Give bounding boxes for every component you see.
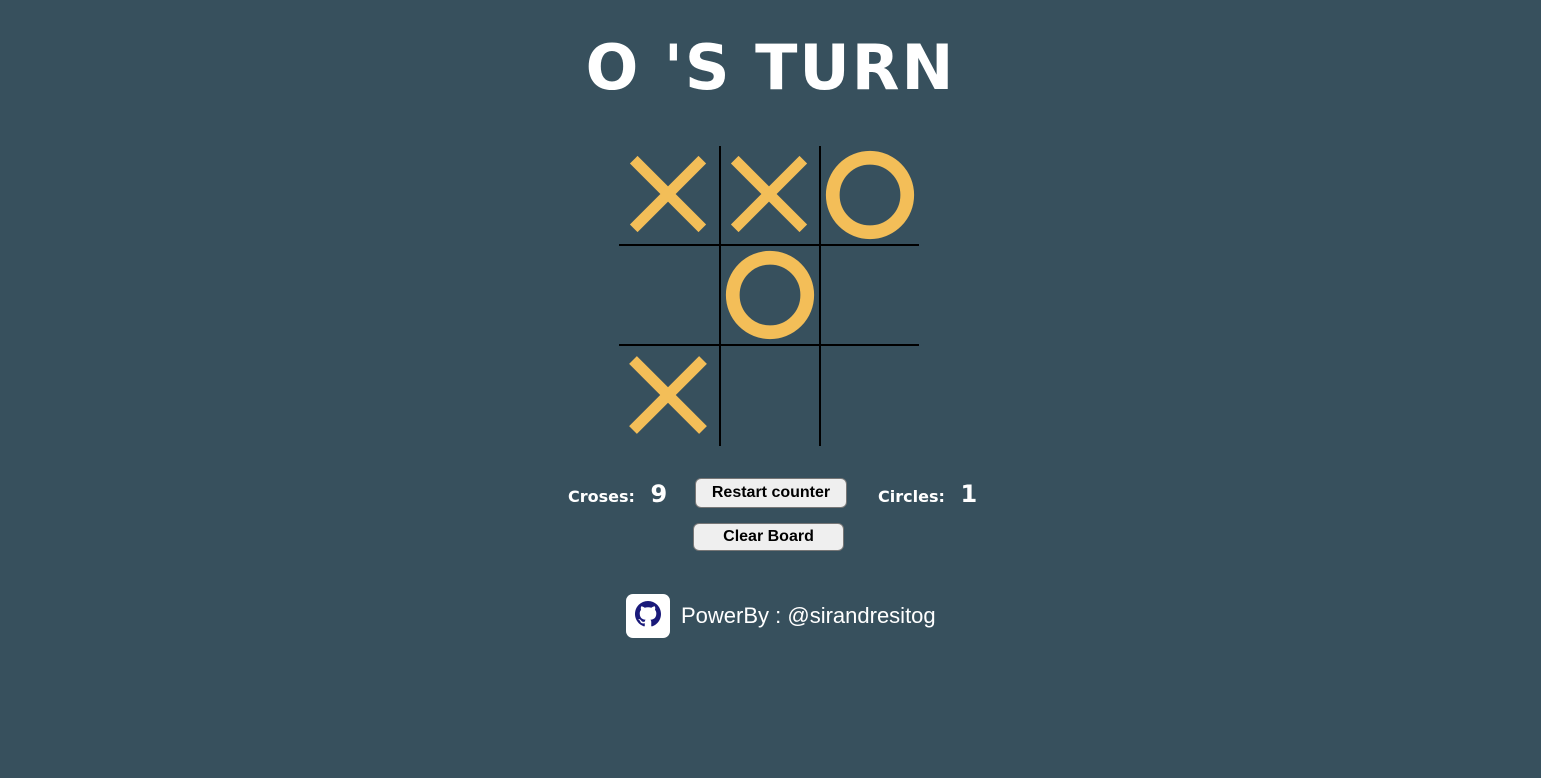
circle-mark bbox=[725, 250, 815, 340]
clear-board-button[interactable]: Clear Board bbox=[693, 523, 844, 551]
cross-mark bbox=[629, 356, 707, 434]
circles-score: Circles: 1 bbox=[878, 478, 977, 513]
game-board bbox=[619, 146, 919, 446]
circle-mark bbox=[825, 150, 915, 240]
board-cell[interactable] bbox=[819, 246, 919, 346]
board-cell[interactable] bbox=[619, 246, 719, 346]
board-cell[interactable] bbox=[719, 246, 819, 346]
board-cell[interactable] bbox=[719, 346, 819, 446]
crosses-score: Croses: 9 bbox=[568, 478, 667, 513]
github-link[interactable] bbox=[626, 593, 670, 638]
board-cell[interactable] bbox=[619, 346, 719, 446]
circles-label: Circles: bbox=[878, 487, 945, 506]
board-cell[interactable] bbox=[719, 146, 819, 246]
circles-count: 1 bbox=[960, 480, 978, 508]
board-cell[interactable] bbox=[619, 146, 719, 246]
restart-counter-button[interactable]: Restart counter bbox=[695, 478, 847, 508]
crosses-label: Croses: bbox=[568, 487, 635, 506]
cross-mark bbox=[629, 155, 707, 233]
powered-by-text: PowerBy : @sirandresitog bbox=[681, 602, 936, 628]
board-cell[interactable] bbox=[819, 146, 919, 246]
board-cell[interactable] bbox=[819, 346, 919, 446]
footer: PowerBy : @sirandresitog bbox=[626, 593, 936, 638]
crosses-count: 9 bbox=[650, 480, 668, 508]
github-icon bbox=[635, 600, 661, 631]
cross-mark bbox=[730, 155, 808, 233]
turn-title: O 'S TURN bbox=[585, 31, 956, 104]
